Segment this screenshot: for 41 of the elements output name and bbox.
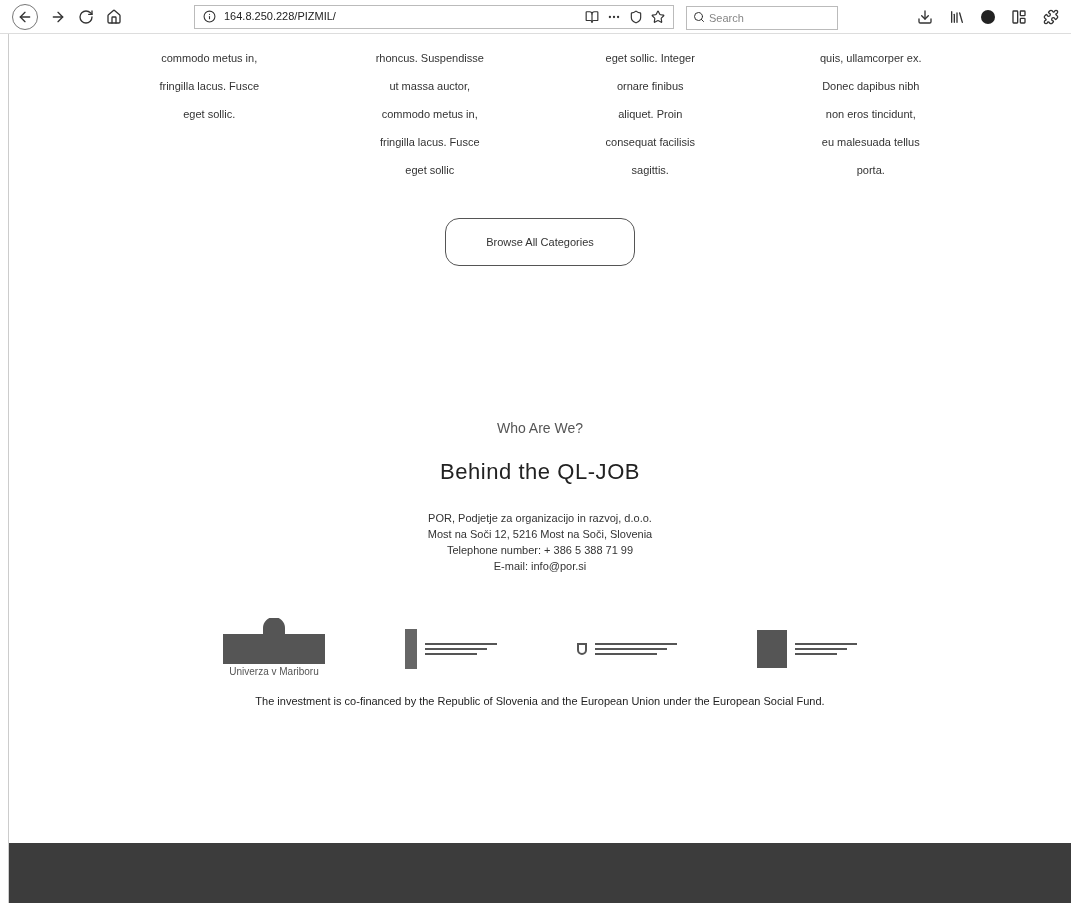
category-description: fringilla lacus. Fusce — [159, 79, 260, 94]
download-icon[interactable] — [917, 8, 933, 25]
category-description: eget sollic. — [183, 107, 236, 122]
contact-line: Most na Soči 12, 5216 Most na Soči, Slovenia — [427, 527, 653, 542]
url-text: 164.8.250.228/PIZMIL/ — [224, 9, 337, 25]
category-description: quis, ullamcorper ex. — [820, 51, 922, 66]
category-description: non eros tincidunt, — [825, 107, 916, 122]
category-description: fringilla lacus. Fusce — [379, 135, 480, 150]
category-description: commodo metus in, — [161, 51, 258, 66]
category-description: eget sollic. Integer — [605, 51, 695, 66]
library-icon[interactable] — [949, 8, 965, 25]
browse-categories-button[interactable]: Browse All Categories — [445, 218, 635, 266]
home-icon[interactable] — [106, 8, 122, 25]
university-building-icon — [223, 618, 325, 664]
sidebar-icon[interactable] — [1011, 8, 1027, 25]
info-icon — [203, 10, 216, 23]
funding-note: The investment is co-financed by the Republic of Slovenia and the European Union under the European Social Fund. — [255, 694, 825, 709]
bookmark-star-icon[interactable] — [651, 9, 665, 24]
address-bar[interactable]: 164.8.250.228/PIZMIL/ — [194, 4, 674, 29]
search-icon — [693, 10, 705, 23]
contact-line: Telephone number: + 386 5 388 71 99 — [446, 543, 634, 558]
contact-line: E-mail: info@por.si — [493, 559, 587, 574]
category-description: eget sollic — [405, 163, 455, 178]
category-description: ornare finibus — [616, 79, 684, 94]
section-eyebrow: Who Are We? — [496, 419, 584, 438]
category-description: ut massa auctor, — [389, 79, 471, 94]
puzzle-icon[interactable] — [1043, 8, 1059, 25]
contact-line: POR, Podjetje za organizacijo in razvoj, d.o.o. — [428, 511, 652, 526]
section-title: Behind the QL-JOB — [439, 458, 641, 486]
search-field[interactable]: Search — [686, 5, 838, 30]
category-description: eu malesuada tellus — [821, 135, 920, 150]
category-description: porta. — [856, 163, 885, 178]
category-description: aliquet. Proin — [618, 107, 683, 122]
logo-caption: Univerza v Mariboru — [229, 665, 319, 679]
category-description: consequat facilisis — [605, 135, 695, 150]
reload-icon[interactable] — [78, 8, 94, 25]
category-description: Donec dapibus nibh — [822, 79, 920, 94]
category-description: commodo metus in, — [381, 107, 478, 122]
category-description: sagittis. — [631, 163, 669, 178]
reader-icon[interactable] — [585, 9, 599, 24]
category-description: rhoncus. Suspendisse — [375, 51, 484, 66]
